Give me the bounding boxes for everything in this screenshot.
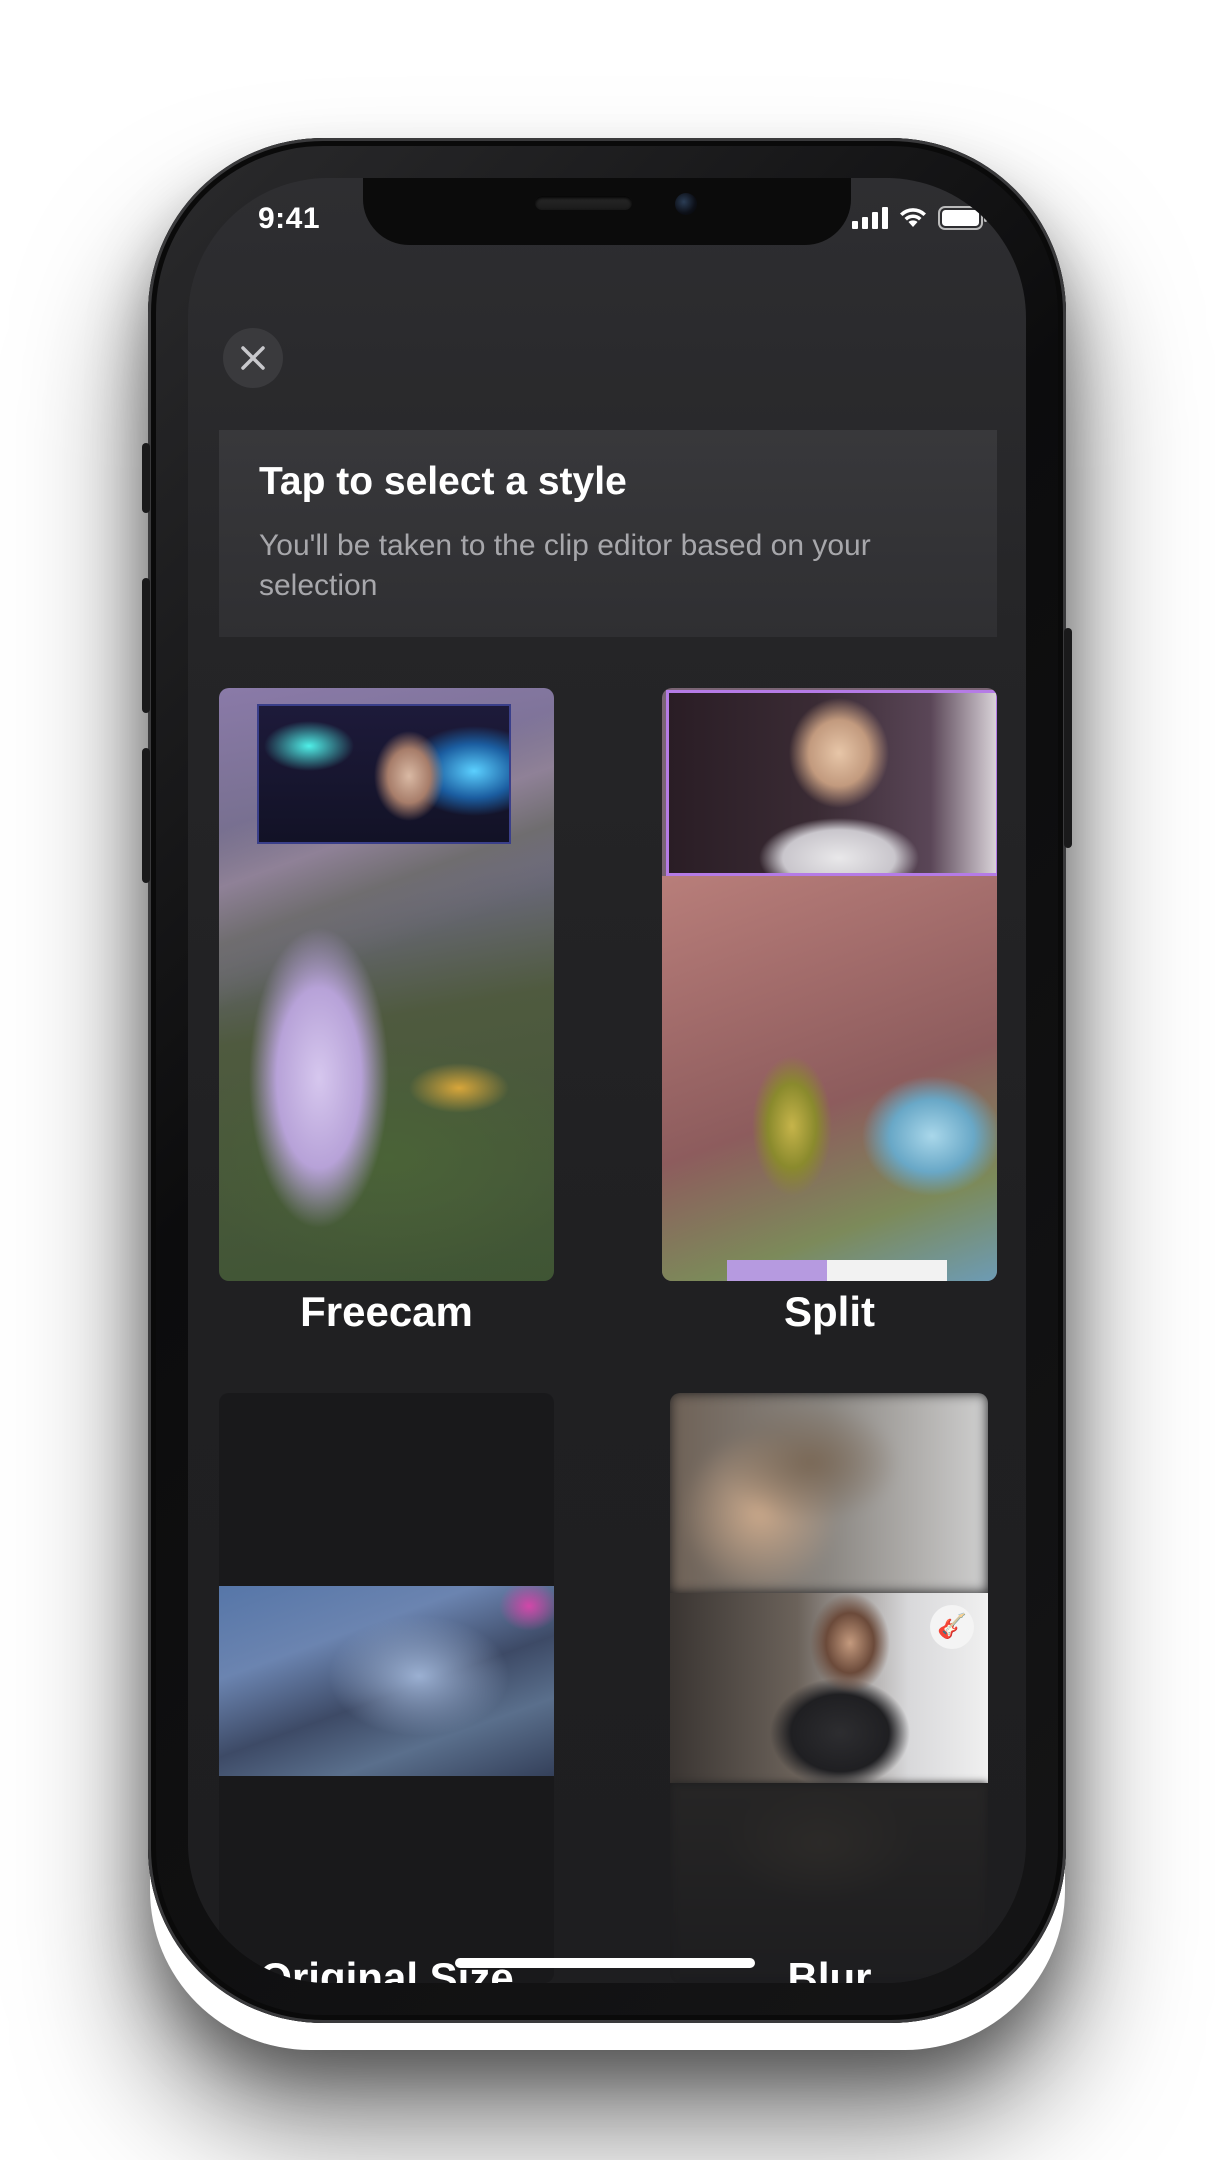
style-option-blur[interactable]: 🎸	[670, 1393, 988, 1983]
page-subtitle: You'll be taken to the clip editor based…	[259, 529, 871, 602]
original-size-game-preview	[219, 1586, 554, 1776]
style-label-split: Split	[784, 1288, 875, 1335]
close-button[interactable]	[223, 328, 283, 388]
guitar-emoji-icon: 🎸	[930, 1605, 974, 1649]
cellular-signal-icon	[852, 207, 888, 229]
status-time: 9:41	[258, 202, 321, 235]
blur-background-bottom	[670, 1783, 988, 1983]
style-option-freecam[interactable]	[219, 688, 554, 1281]
power-button	[1064, 628, 1072, 848]
wifi-icon	[900, 208, 926, 227]
split-stream-bar	[727, 1260, 947, 1281]
phone-frame: 9:41 Tap to select a style You'll be tak…	[142, 138, 1072, 2023]
split-game-preview	[662, 876, 997, 1281]
style-label-freecam: Freecam	[300, 1288, 473, 1335]
mute-switch	[142, 443, 150, 513]
status-icons	[852, 206, 988, 230]
style-option-original-size[interactable]	[219, 1393, 554, 1983]
blur-background-top	[670, 1393, 988, 1593]
close-icon	[241, 346, 265, 370]
home-indicator[interactable]	[455, 1958, 755, 1968]
style-option-split[interactable]	[662, 688, 997, 1281]
front-camera	[675, 193, 697, 215]
volume-down-button	[142, 748, 150, 883]
freecam-webcam-overlay	[257, 704, 511, 844]
earpiece-speaker	[535, 196, 632, 210]
app-screen: 9:41 Tap to select a style You'll be tak…	[188, 178, 1026, 1983]
notch	[363, 178, 851, 245]
instruction-card: Tap to select a style You'll be taken to…	[219, 430, 997, 637]
split-webcam-preview	[666, 690, 997, 876]
page-title: Tap to select a style	[259, 460, 627, 503]
volume-up-button	[142, 578, 150, 713]
battery-icon	[938, 206, 987, 230]
